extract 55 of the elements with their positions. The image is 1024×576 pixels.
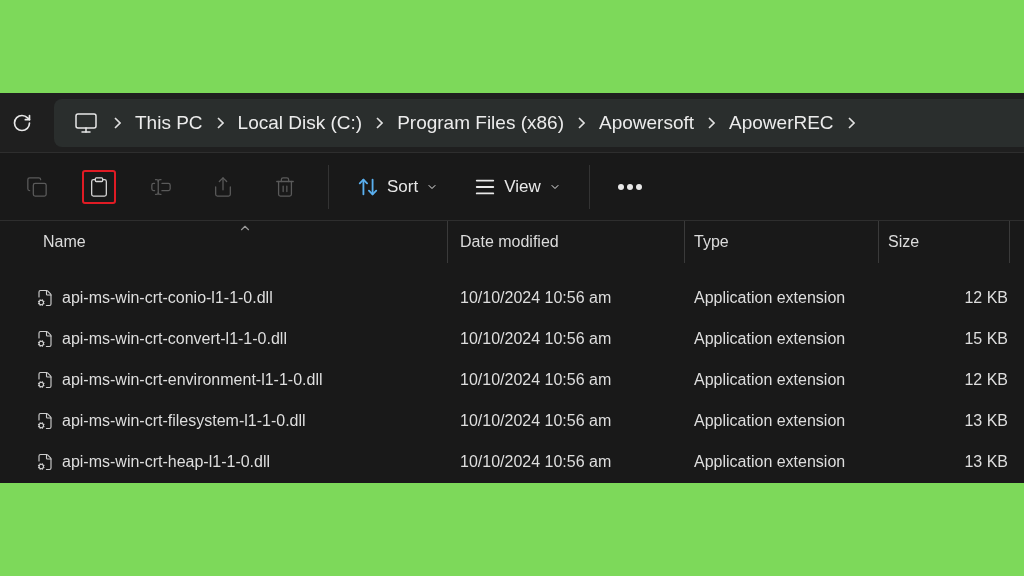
chevron-right-icon <box>376 116 384 129</box>
trash-icon <box>274 175 296 198</box>
copy-icon <box>26 175 48 198</box>
date-cell: 10/10/2024 10:56 am <box>460 452 612 471</box>
date-cell: 10/10/2024 10:56 am <box>460 288 612 307</box>
file-icon <box>36 329 54 348</box>
breadcrumb-item[interactable]: Apowersoft <box>585 111 709 134</box>
chevron-right-icon <box>708 116 716 129</box>
chevron-right-icon <box>114 116 121 129</box>
sort-button[interactable]: Sort <box>347 169 449 204</box>
breadcrumb-item[interactable]: This PC <box>121 111 217 134</box>
file-icon <box>36 411 54 430</box>
file-name[interactable]: api-ms-win-crt-environment-l1-1-0.dll <box>62 370 323 389</box>
breadcrumb-item[interactable]: ApowerREC <box>715 111 848 134</box>
file-icon <box>36 370 54 389</box>
type-cell: Application extension <box>694 370 846 389</box>
column-header-label: Size <box>888 233 920 251</box>
type-cell: Application extension <box>694 411 846 430</box>
file-name[interactable]: api-ms-win-crt-filesystem-l1-1-0.dll <box>62 411 306 430</box>
column-header[interactable]: Date modified <box>448 221 685 263</box>
size-cell: 15 KB <box>964 329 1008 348</box>
chevron-right-icon <box>216 116 224 129</box>
type-cell: Application extension <box>694 288 846 307</box>
computer-icon <box>74 110 98 135</box>
column-header-label: Date modified <box>460 233 559 251</box>
more-icon <box>617 183 642 190</box>
file-icon <box>36 452 54 471</box>
column-header-label: Type <box>694 233 729 251</box>
date-cell: 10/10/2024 10:56 am <box>460 370 612 389</box>
size-cell: 13 KB <box>964 411 1008 430</box>
paste-button[interactable] <box>82 169 116 204</box>
size-cell: 12 KB <box>964 288 1008 307</box>
column-header[interactable]: Name <box>0 221 448 263</box>
view-button[interactable]: View <box>464 169 571 204</box>
type-cell: Application extension <box>694 329 846 348</box>
type-cell: Application extension <box>694 452 846 471</box>
address-bar[interactable]: This PC Local Disk (C:) Program Files (x86) Apowersoft ApowerREC <box>54 98 1024 147</box>
chevron-right-icon <box>847 116 855 129</box>
file-name[interactable]: api-ms-win-crt-conio-l1-1-0.dll <box>62 288 273 307</box>
size-cell: 13 KB <box>964 452 1008 471</box>
file-name[interactable]: api-ms-win-crt-convert-l1-1-0.dll <box>62 329 287 348</box>
breadcrumb-item[interactable]: Local Disk (C:) <box>223 111 377 134</box>
size-cell: 12 KB <box>964 370 1008 389</box>
share-icon <box>212 175 234 198</box>
refresh-icon[interactable] <box>12 112 32 133</box>
file-name[interactable]: api-ms-win-crt-heap-l1-1-0.dll <box>62 452 271 471</box>
file-icon <box>36 288 54 307</box>
clipboard-icon <box>88 175 110 198</box>
column-header[interactable]: Type <box>685 221 879 263</box>
date-cell: 10/10/2024 10:56 am <box>460 411 612 430</box>
chevron-right-icon <box>578 116 585 129</box>
column-header-label: Name <box>43 233 86 251</box>
date-cell: 10/10/2024 10:56 am <box>460 329 612 348</box>
column-header[interactable]: Size <box>879 221 1010 263</box>
breadcrumb-item[interactable]: Program Files (x86) <box>383 111 578 134</box>
